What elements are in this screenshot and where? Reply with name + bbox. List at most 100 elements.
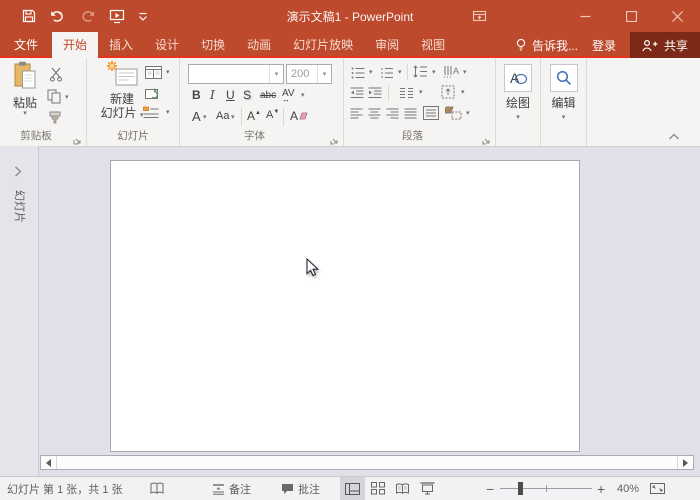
- paste-button[interactable]: 粘贴 ▾: [6, 61, 44, 117]
- undo-button[interactable]: [49, 9, 69, 23]
- distribute-button[interactable]: [423, 106, 439, 125]
- ribbon-display-options-icon[interactable]: [456, 0, 502, 32]
- comment-icon: [281, 483, 294, 495]
- increase-indent-button[interactable]: [368, 86, 382, 104]
- text-direction-button[interactable]: A: [443, 65, 459, 83]
- line-spacing-button[interactable]: [413, 65, 428, 83]
- powerpoint-window: 演示文稿1 - PowerPoint 文件 开始 插入 设计 切换 动画: [0, 0, 700, 500]
- copy-button[interactable]: [47, 89, 61, 109]
- reset-slide-button[interactable]: [145, 86, 161, 106]
- align-text-button[interactable]: [441, 85, 456, 104]
- columns-button[interactable]: [399, 86, 414, 104]
- save-icon[interactable]: [22, 9, 36, 23]
- scrollbar-track[interactable]: [57, 456, 677, 469]
- minimize-icon[interactable]: [562, 0, 608, 32]
- chevron-down-icon[interactable]: ▾: [203, 114, 207, 121]
- scroll-left-icon[interactable]: [41, 456, 57, 469]
- font-color-button[interactable]: A: [192, 109, 201, 124]
- change-case-button[interactable]: Aa: [216, 110, 229, 122]
- tab-view[interactable]: 视图: [410, 32, 456, 58]
- clear-formatting-button[interactable]: A: [290, 109, 309, 123]
- chevron-down-icon[interactable]: ▾: [65, 94, 69, 101]
- editing-button[interactable]: 编辑 ▾: [541, 64, 586, 121]
- comments-button[interactable]: 批注: [281, 477, 320, 500]
- numbering-button[interactable]: [380, 66, 394, 84]
- slides-thumbnail-pane[interactable]: 幻灯片: [0, 146, 39, 476]
- spell-check-button[interactable]: [150, 477, 164, 500]
- drawing-button[interactable]: A 绘图 ▾: [496, 64, 540, 121]
- underline-button[interactable]: U: [226, 88, 235, 102]
- tab-home[interactable]: 开始: [52, 32, 98, 58]
- tab-insert[interactable]: 插入: [98, 32, 144, 58]
- chevron-down-icon[interactable]: ▾: [301, 92, 305, 99]
- bullets-button[interactable]: [351, 66, 365, 84]
- fit-to-window-button[interactable]: [650, 477, 665, 500]
- section-button[interactable]: [143, 106, 159, 125]
- clipboard-dialog-launcher-icon[interactable]: [73, 132, 83, 142]
- chevron-down-icon[interactable]: ▾: [463, 69, 467, 76]
- slide-sorter-view-button[interactable]: [365, 477, 390, 500]
- clipboard-icon: [13, 61, 37, 91]
- align-center-button[interactable]: [368, 107, 381, 125]
- align-right-button[interactable]: [386, 107, 399, 125]
- notes-button[interactable]: 备注: [212, 477, 251, 500]
- tab-review[interactable]: 审阅: [364, 32, 410, 58]
- scroll-right-icon[interactable]: [677, 456, 693, 469]
- horizontal-scrollbar[interactable]: [40, 455, 694, 470]
- chevron-down-icon[interactable]: ▾: [231, 114, 235, 121]
- chevron-down-icon[interactable]: ▾: [466, 110, 470, 117]
- share-button[interactable]: 共享: [630, 32, 700, 58]
- expand-pane-icon[interactable]: [14, 164, 22, 182]
- chevron-down-icon[interactable]: ▾: [432, 69, 436, 76]
- zoom-level[interactable]: 40%: [617, 477, 639, 500]
- reading-view-button[interactable]: [390, 477, 415, 500]
- cut-button[interactable]: [49, 67, 63, 87]
- chevron-down-icon[interactable]: ▾: [461, 89, 465, 96]
- tell-me-button[interactable]: 告诉我...: [515, 37, 578, 54]
- chevron-down-icon[interactable]: ▾: [369, 69, 373, 76]
- tab-design[interactable]: 设计: [144, 32, 190, 58]
- tab-transitions[interactable]: 切换: [190, 32, 236, 58]
- shrink-font-button[interactable]: A▼: [266, 109, 279, 121]
- zoom-in-button[interactable]: +: [597, 477, 605, 500]
- decrease-indent-button[interactable]: [350, 86, 364, 104]
- lightbulb-icon: [515, 38, 527, 52]
- collapse-ribbon-icon[interactable]: [668, 128, 680, 146]
- chevron-down-icon[interactable]: ▾: [419, 89, 423, 96]
- tab-animations[interactable]: 动画: [236, 32, 282, 58]
- italic-button[interactable]: I: [210, 88, 215, 102]
- font-size-combo[interactable]: 200 ▾: [286, 64, 332, 84]
- chevron-down-icon[interactable]: ▾: [317, 65, 331, 83]
- slide-canvas[interactable]: [110, 160, 580, 452]
- paragraph-dialog-launcher-icon[interactable]: [482, 132, 492, 142]
- character-spacing-button[interactable]: AV↔: [282, 88, 295, 110]
- chevron-down-icon[interactable]: ▾: [269, 65, 283, 83]
- customize-qat-icon[interactable]: [138, 11, 148, 22]
- convert-smartart-button[interactable]: [445, 106, 462, 125]
- align-left-button[interactable]: [350, 107, 363, 125]
- slideshow-view-button[interactable]: [415, 477, 440, 500]
- zoom-slider-thumb[interactable]: [518, 482, 523, 495]
- font-dialog-launcher-icon[interactable]: [330, 132, 340, 142]
- sign-in-button[interactable]: 登录: [592, 37, 616, 54]
- justify-button[interactable]: [404, 107, 417, 125]
- chevron-down-icon[interactable]: ▾: [398, 69, 402, 76]
- maximize-icon[interactable]: [608, 0, 654, 32]
- text-shadow-button[interactable]: S: [243, 88, 251, 102]
- zoom-out-button[interactable]: −: [486, 477, 494, 500]
- person-plus-icon: [642, 39, 658, 52]
- grow-font-button[interactable]: A▲: [247, 109, 261, 123]
- strikethrough-button[interactable]: abc: [260, 90, 276, 101]
- close-icon[interactable]: [654, 0, 700, 32]
- layout-button[interactable]: [145, 66, 162, 84]
- normal-view-button[interactable]: [340, 477, 365, 500]
- tab-file[interactable]: 文件: [0, 32, 52, 58]
- font-name-combo[interactable]: ▾: [188, 64, 284, 84]
- tab-slideshow[interactable]: 幻灯片放映: [282, 32, 364, 58]
- chevron-down-icon[interactable]: ▾: [166, 109, 170, 116]
- zoom-slider[interactable]: [500, 488, 592, 489]
- editing-group: 编辑 ▾: [541, 58, 587, 146]
- bold-button[interactable]: B: [192, 88, 201, 102]
- start-slideshow-icon[interactable]: [109, 9, 125, 24]
- chevron-down-icon[interactable]: ▾: [166, 69, 170, 76]
